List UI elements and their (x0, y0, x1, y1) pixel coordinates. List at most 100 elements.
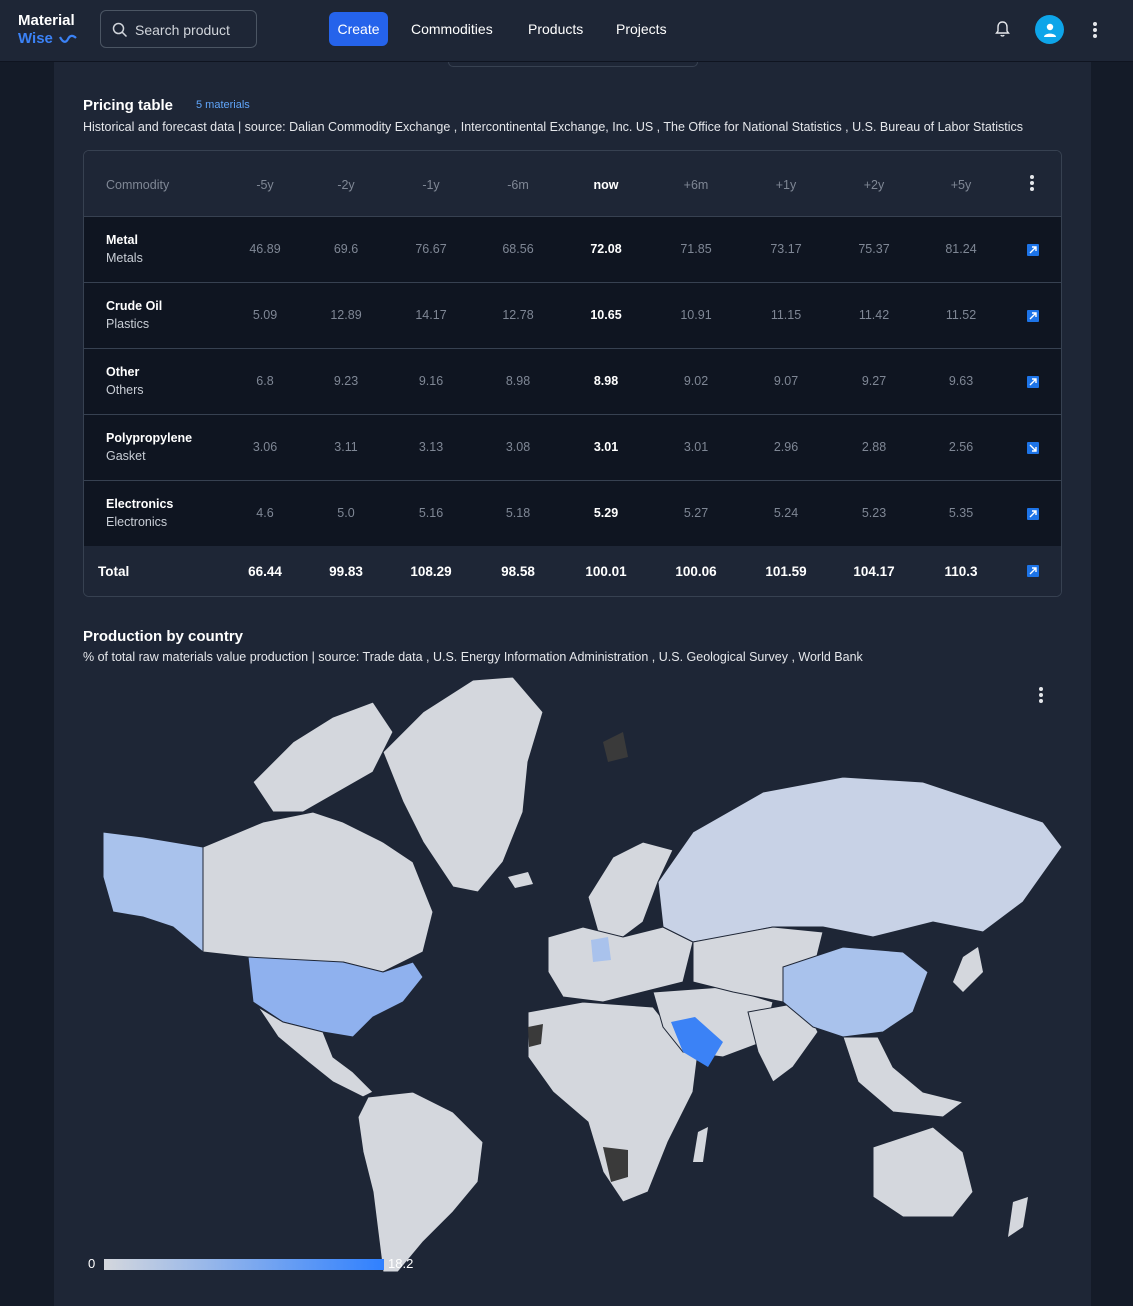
user-icon (1043, 23, 1056, 37)
value-now: 8.98 (593, 374, 619, 388)
panel-tab-edge (448, 62, 698, 67)
value-minus-5y: 5.09 (252, 308, 278, 322)
value-minus-2y: 5.0 (337, 506, 355, 520)
legend-max-label: 18.2 (388, 1256, 414, 1271)
value-minus-2y: 12.89 (330, 308, 362, 322)
legend-color-scale (104, 1259, 384, 1270)
logo-text-line1: Material (18, 12, 75, 29)
trend-down-icon[interactable] (1027, 442, 1039, 454)
value-plus-5y: 2.56 (948, 440, 974, 454)
col-minus-2y[interactable]: -2y (337, 178, 354, 192)
value-minus-1y: 5.16 (418, 506, 444, 520)
col-minus-5y[interactable]: -5y (256, 178, 273, 192)
value-plus-2y: 5.23 (861, 506, 887, 520)
commodity-category: Electronics (106, 515, 168, 529)
value-plus-6m: 3.01 (683, 440, 709, 454)
search-box[interactable] (100, 10, 257, 48)
col-minus-6m[interactable]: -6m (507, 178, 529, 192)
value-plus-6m: 9.02 (683, 374, 709, 388)
commodity-name: Other (106, 365, 140, 379)
trend-up-icon[interactable] (1027, 376, 1039, 388)
trend-up-icon[interactable] (1027, 565, 1039, 577)
value-plus-2y: 2.88 (861, 440, 887, 454)
value-minus-5y: 4.6 (256, 506, 274, 520)
commodity-name: Crude Oil (106, 299, 163, 313)
value-plus-6m: 71.85 (680, 242, 712, 256)
total-minus-2y: 99.83 (329, 564, 363, 579)
world-map[interactable] (83, 672, 1062, 1284)
trend-up-icon[interactable] (1027, 244, 1039, 256)
value-plus-6m: 5.27 (683, 506, 709, 520)
value-minus-6m: 68.56 (502, 242, 534, 256)
value-minus-5y: 6.8 (256, 374, 274, 388)
commodity-category: Plastics (106, 317, 150, 331)
value-plus-1y: 5.24 (773, 506, 799, 520)
user-avatar[interactable] (1035, 15, 1064, 44)
total-plus-2y: 104.17 (853, 564, 895, 579)
production-subtitle: % of total raw materials value productio… (83, 650, 863, 664)
col-plus-1y[interactable]: +1y (776, 178, 797, 192)
value-minus-6m: 3.08 (505, 440, 531, 454)
nav-products[interactable]: Products (528, 21, 583, 37)
western-sahara (528, 1024, 543, 1047)
alaska (102, 831, 204, 954)
material-wise-logo[interactable]: Material Wise (18, 12, 78, 48)
value-plus-2y: 9.27 (861, 374, 887, 388)
col-plus-6m[interactable]: +6m (684, 178, 709, 192)
total-plus-1y: 101.59 (765, 564, 807, 579)
value-now: 72.08 (590, 242, 622, 256)
value-minus-5y: 46.89 (249, 242, 281, 256)
table-row[interactable]: Metal Metals 46.89 69.6 76.67 68.56 72.0… (84, 217, 1061, 283)
value-plus-1y: 9.07 (773, 374, 799, 388)
total-label: Total (98, 564, 130, 579)
commodity-name: Metal (106, 233, 138, 247)
trend-up-icon[interactable] (1027, 508, 1039, 520)
create-button[interactable]: Create (329, 12, 388, 46)
pricing-table: Commodity -5y -2y -1y -6m now +6m +1y +2… (83, 150, 1062, 597)
value-plus-6m: 10.91 (680, 308, 712, 322)
nav-projects[interactable]: Projects (616, 21, 667, 37)
value-minus-2y: 69.6 (333, 242, 359, 256)
nav-commodities[interactable]: Commodities (411, 21, 493, 37)
value-now: 5.29 (593, 506, 619, 520)
table-header: Commodity -5y -2y -1y -6m now +6m +1y +2… (84, 151, 1061, 217)
commodity-name: Polypropylene (106, 431, 193, 445)
table-options-icon[interactable] (1030, 175, 1034, 193)
table-row[interactable]: Other Others 6.8 9.23 9.16 8.98 8.98 9.0… (84, 349, 1061, 415)
total-minus-5y: 66.44 (248, 564, 282, 579)
value-minus-1y: 3.13 (418, 440, 444, 454)
value-plus-1y: 2.96 (773, 440, 799, 454)
col-commodity[interactable]: Commodity (106, 178, 169, 192)
col-plus-2y[interactable]: +2y (864, 178, 885, 192)
new-zealand (1008, 1197, 1028, 1237)
more-options-icon[interactable] (1093, 22, 1097, 40)
logo-wave-icon (59, 34, 78, 43)
commodity-category: Others (106, 383, 144, 397)
materials-count-badge[interactable]: 5 materials (196, 99, 250, 111)
total-plus-5y: 110.3 (944, 564, 978, 579)
search-input[interactable] (135, 19, 253, 41)
value-plus-5y: 9.63 (948, 374, 974, 388)
col-now[interactable]: now (594, 178, 619, 192)
bell-icon[interactable] (994, 20, 1011, 38)
top-navigation-bar: Material Wise Create Commodities Product… (0, 0, 1133, 62)
commodity-category: Gasket (106, 449, 146, 463)
trend-up-icon[interactable] (1027, 310, 1039, 322)
table-row[interactable]: Crude Oil Plastics 5.09 12.89 14.17 12.7… (84, 283, 1061, 349)
svalbard (603, 732, 628, 762)
madagascar (693, 1127, 708, 1162)
australia (872, 1126, 974, 1218)
search-icon (112, 22, 128, 38)
production-title: Production by country (83, 628, 244, 645)
table-row[interactable]: Polypropylene Gasket 3.06 3.11 3.13 3.08… (84, 415, 1061, 481)
total-now: 100.01 (585, 564, 627, 579)
value-plus-2y: 11.42 (858, 308, 890, 322)
table-row[interactable]: Electronics Electronics 4.6 5.0 5.16 5.1… (84, 481, 1061, 547)
value-minus-2y: 3.11 (334, 440, 358, 454)
col-minus-1y[interactable]: -1y (422, 178, 439, 192)
legend-min-label: 0 (88, 1256, 96, 1271)
value-plus-5y: 11.52 (945, 308, 977, 322)
logo-text-line2: Wise (18, 30, 53, 47)
col-plus-5y[interactable]: +5y (951, 178, 972, 192)
japan (953, 947, 983, 992)
